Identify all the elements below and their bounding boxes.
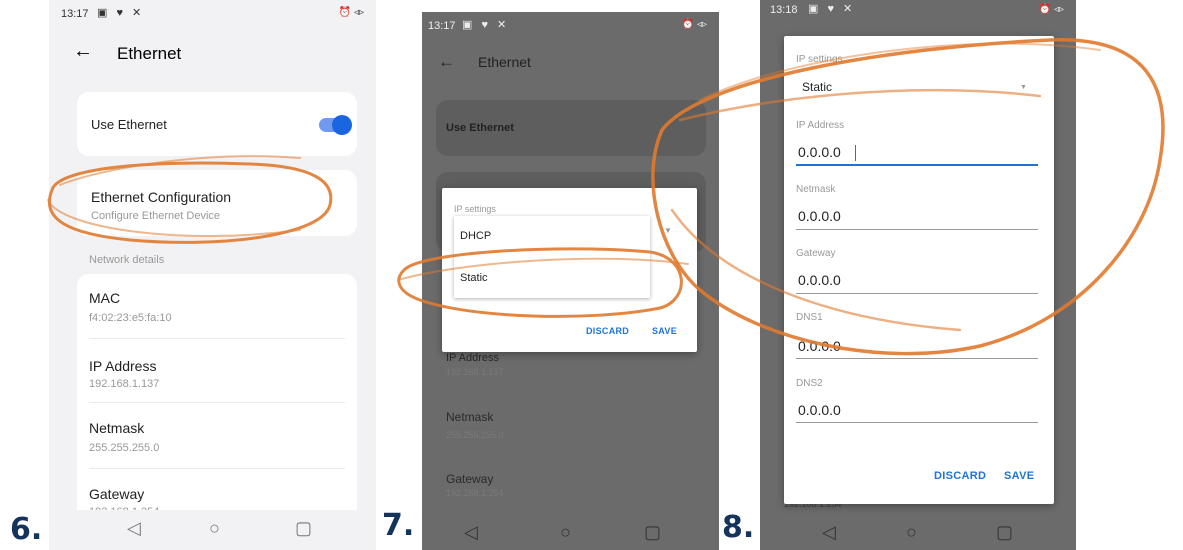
discard-button[interactable]: DISCARD xyxy=(586,326,629,336)
step-label-7: 7. xyxy=(382,508,415,543)
dropdown-arrow-icon: ▼ xyxy=(1020,84,1027,91)
phone-screen-7: 13:17 ▣ ♥ ✕ ⏰ ◃▹ ← Ethernet Use Ethernet… xyxy=(422,12,719,550)
nav-bar: ◁ ○ ▢ xyxy=(49,510,376,550)
bg-label: Netmask xyxy=(446,410,494,424)
use-ethernet-toggle[interactable] xyxy=(319,115,352,135)
status-icons: ▣ ♥ ✕ xyxy=(462,19,510,31)
nav-recents-icon[interactable]: ▢ xyxy=(996,522,1013,543)
bg-value: 192.168.1.137 xyxy=(446,367,504,377)
status-bar: 13:17 ▣ ♥ ✕ ⏰ ◃▹ xyxy=(422,12,719,38)
use-ethernet-label: Use Ethernet xyxy=(91,117,167,132)
app-bar: ← Ethernet xyxy=(422,48,719,88)
option-static[interactable]: Static xyxy=(460,272,488,284)
detail-label: IP Address xyxy=(89,358,157,374)
netmask-label: Netmask xyxy=(796,184,836,195)
bg-value: 255.255.255.0 xyxy=(446,430,504,440)
bg-value: 192.168.1.254 xyxy=(446,488,504,498)
nav-back-icon[interactable]: ◁ xyxy=(464,522,478,543)
dns1-label: DNS1 xyxy=(796,312,823,323)
gateway-underline xyxy=(796,293,1038,294)
nav-recents-icon[interactable]: ▢ xyxy=(295,518,312,539)
nav-recents-icon[interactable]: ▢ xyxy=(644,522,661,543)
dns2-underline xyxy=(796,422,1038,423)
phone-screen-8: 13:18 ▣ ♥ ✕ ⏰ ◃▹ 192.168.1.254 IP settin… xyxy=(760,0,1076,550)
detail-label: Gateway xyxy=(89,486,145,502)
nav-back-icon[interactable]: ◁ xyxy=(127,518,141,539)
page-title: Ethernet xyxy=(478,54,531,70)
status-time: 13:17 xyxy=(61,8,89,20)
use-ethernet-label: Use Ethernet xyxy=(446,122,514,134)
save-button[interactable]: SAVE xyxy=(652,326,677,336)
use-ethernet-card: Use Ethernet xyxy=(436,100,706,156)
status-bar: 13:18 ▣ ♥ ✕ ⏰ ◃▹ xyxy=(760,0,1076,26)
status-icons: ▣ ♥ ✕ xyxy=(97,7,145,19)
status-bar: 13:17 ▣ ♥ ✕ ⏰ ◃▹ xyxy=(49,0,376,26)
static-ip-dialog: IP settings Static ▼ IP Address 0.0.0.0 … xyxy=(784,36,1054,504)
status-icons: ▣ ♥ ✕ xyxy=(808,3,856,15)
status-time: 13:17 xyxy=(428,20,456,32)
netmask-input[interactable]: 0.0.0.0 xyxy=(798,208,841,224)
dns2-input[interactable]: 0.0.0.0 xyxy=(798,402,841,418)
dropdown-arrow-icon: ▼ xyxy=(664,226,672,235)
back-arrow-icon[interactable]: ← xyxy=(438,52,455,72)
ip-address-label: IP Address xyxy=(796,120,845,131)
ip-settings-dropdown-menu: DHCP Static xyxy=(454,216,650,298)
status-right-icons: ⏰ ◃▹ xyxy=(338,7,364,18)
ethernet-config-subtitle: Configure Ethernet Device xyxy=(91,210,221,222)
dns2-label: DNS2 xyxy=(796,378,823,389)
network-details-header: Network details xyxy=(89,254,165,266)
discard-button[interactable]: DISCARD xyxy=(934,470,986,482)
nav-home-icon[interactable]: ○ xyxy=(906,522,917,543)
step-label-6: 6. xyxy=(10,512,43,547)
text-cursor xyxy=(855,145,856,161)
gateway-label: Gateway xyxy=(796,248,836,259)
detail-label: Netmask xyxy=(89,420,145,436)
use-ethernet-card[interactable]: Use Ethernet xyxy=(77,92,357,156)
dns1-input[interactable]: 0.0.0.0 xyxy=(798,338,841,354)
ip-address-input[interactable]: 0.0.0.0 xyxy=(798,144,841,160)
nav-back-icon[interactable]: ◁ xyxy=(822,522,836,543)
status-right-icons: ⏰ ◃▹ xyxy=(1038,4,1064,15)
ip-settings-dialog: IP settings ▼ DHCP Static DISCARD SAVE xyxy=(442,188,697,352)
detail-label: MAC xyxy=(89,290,121,306)
app-bar: ← Ethernet xyxy=(49,34,376,74)
detail-value: 255.255.255.0 xyxy=(89,442,160,454)
save-button[interactable]: SAVE xyxy=(1004,470,1034,482)
bg-label: IP Address xyxy=(446,352,499,364)
ethernet-config-title: Ethernet Configuration xyxy=(91,189,232,205)
phone-screen-6: 13:17 ▣ ♥ ✕ ⏰ ◃▹ ← Ethernet Use Ethernet… xyxy=(49,0,376,550)
nav-home-icon[interactable]: ○ xyxy=(209,518,220,539)
ip-address-underline xyxy=(796,164,1038,166)
detail-value: 192.168.1.137 xyxy=(89,378,160,390)
page-title: Ethernet xyxy=(117,44,182,63)
netmask-underline xyxy=(796,229,1038,230)
nav-bar: ◁ ○ ▢ xyxy=(422,514,719,550)
ethernet-configuration-item[interactable]: Ethernet Configuration Configure Etherne… xyxy=(77,170,357,236)
back-arrow-icon[interactable]: ← xyxy=(73,40,93,63)
bg-label: Gateway xyxy=(446,472,494,486)
ip-settings-label: IP settings xyxy=(454,204,496,214)
nav-bar: ◁ ○ ▢ xyxy=(760,514,1076,550)
status-time: 13:18 xyxy=(770,4,798,16)
network-details-card: MAC f4:02:23:e5:fa:10 IP Address 192.168… xyxy=(77,274,357,550)
step-label-8: 8. xyxy=(722,510,755,545)
status-right-icons: ⏰ ◃▹ xyxy=(681,19,707,30)
gateway-input[interactable]: 0.0.0.0 xyxy=(798,272,841,288)
option-dhcp[interactable]: DHCP xyxy=(460,230,491,242)
detail-value: f4:02:23:e5:fa:10 xyxy=(89,312,172,324)
nav-home-icon[interactable]: ○ xyxy=(560,522,571,543)
ip-settings-select[interactable]: Static xyxy=(802,80,832,94)
dns1-underline xyxy=(796,358,1038,359)
ip-settings-label: IP settings xyxy=(796,54,843,65)
